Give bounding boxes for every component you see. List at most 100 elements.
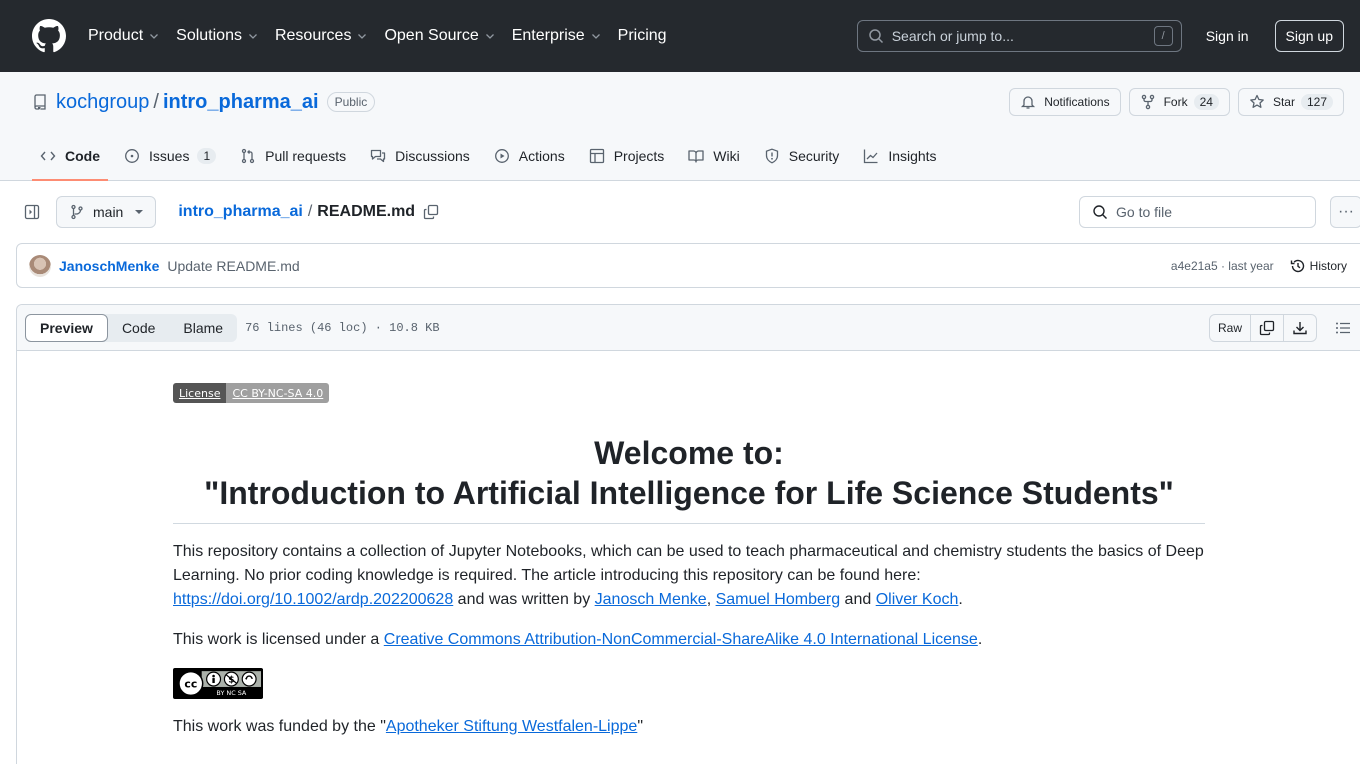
star-button[interactable]: Star 127 <box>1237 88 1344 116</box>
breadcrumb-file-name: README.md <box>317 203 416 220</box>
view-code-tab[interactable]: Code <box>108 314 169 342</box>
commit-message-link[interactable]: Update README.md <box>167 258 299 274</box>
copy-icon <box>1259 320 1275 335</box>
tab-insights[interactable]: Insights <box>855 132 944 180</box>
tab-issues[interactable]: Issues 1 <box>116 132 224 180</box>
global-header: Product Solutions Resources Open Source … <box>0 0 1360 72</box>
star-icon <box>1250 94 1264 108</box>
latest-commit-bar: JanoschMenke Update README.md a4e21a5 · … <box>16 243 1360 288</box>
cc-license-link[interactable]: Creative Commons Attribution-NonCommerci… <box>384 631 978 648</box>
nav-product[interactable]: Product <box>88 27 160 45</box>
issues-count: 1 <box>197 148 217 164</box>
notifications-button[interactable]: Notifications <box>1009 88 1121 116</box>
tab-pull-requests[interactable]: Pull requests <box>232 132 354 180</box>
go-to-file-placeholder: Go to file <box>1116 204 1173 220</box>
tab-label: Projects <box>613 148 665 164</box>
nav-label: Resources <box>274 27 352 44</box>
commit-meta: a4e21a5 · last year History <box>1171 258 1347 274</box>
repo-icon <box>34 94 46 110</box>
caret-down-icon <box>135 210 144 214</box>
period-text: . <box>977 631 983 648</box>
creative-commons-icon: cc $ BY NC SA <box>176 669 263 698</box>
download-button[interactable] <box>1284 315 1316 341</box>
breadcrumb-repo-link[interactable]: intro_pharma_ai <box>178 203 302 221</box>
repo-owner-link[interactable]: kochgroup <box>56 91 149 114</box>
go-to-file-input[interactable]: Go to file <box>1079 196 1316 228</box>
fork-button[interactable]: Fork 24 <box>1128 88 1230 116</box>
author-link-janosch-menke[interactable]: Janosch Menke <box>595 591 707 608</box>
readme-title-line1: Welcome to: <box>594 435 784 471</box>
nav-open-source[interactable]: Open Source <box>384 27 495 45</box>
author-link-oliver-koch[interactable]: Oliver Koch <box>876 591 959 608</box>
nav-solutions[interactable]: Solutions <box>176 27 259 45</box>
tab-code[interactable]: Code <box>32 132 108 181</box>
breadcrumb: intro_pharma_ai / README.md <box>178 203 439 221</box>
intro-text: This repository contains a collection of… <box>173 543 1204 584</box>
view-preview-tab[interactable]: Preview <box>25 313 108 342</box>
repo-path-separator: / <box>153 90 159 113</box>
chevron-down-icon <box>485 34 494 39</box>
toggle-file-tree-button[interactable] <box>16 196 48 228</box>
table-icon <box>589 148 604 164</box>
readme-content: License CC BY-NC-SA 4.0 Welcome to: "Int… <box>17 351 1205 739</box>
doi-link[interactable]: https://doi.org/10.1002/ardp.202200628 <box>173 591 453 608</box>
nav-label: Pricing <box>617 27 667 44</box>
search-shortcut-key: / <box>1153 26 1173 46</box>
kebab-horizontal-icon: ··· <box>1338 203 1354 220</box>
nav-pricing[interactable]: Pricing <box>618 27 667 45</box>
file-stats: 76 lines (46 loc) · 10.8 KB <box>245 320 440 335</box>
chevron-down-icon <box>249 34 257 39</box>
nav-resources[interactable]: Resources <box>275 27 368 45</box>
author-link-samuel-homberg[interactable]: Samuel Homberg <box>716 591 841 608</box>
nav-enterprise[interactable]: Enterprise <box>512 27 602 45</box>
global-search-input[interactable]: Search or jump to... / <box>856 20 1182 52</box>
tab-security[interactable]: Security <box>756 132 848 180</box>
view-mode-switch: Preview Code Blame <box>25 313 238 342</box>
fork-count: 24 <box>1193 94 1219 110</box>
tab-projects[interactable]: Projects <box>581 132 673 180</box>
more-options-button[interactable]: ··· <box>1330 196 1360 228</box>
svg-text:cc: cc <box>184 677 197 690</box>
commit-author-link[interactable]: JanoschMenke <box>59 258 159 274</box>
comma-text: , <box>706 591 716 608</box>
intro-text-mid: and was written by <box>453 591 595 608</box>
tab-discussions[interactable]: Discussions <box>362 132 478 180</box>
sign-up-button[interactable]: Sign up <box>1274 20 1344 52</box>
tab-wiki[interactable]: Wiki <box>680 132 747 180</box>
readme-intro-paragraph: This repository contains a collection of… <box>173 540 1205 612</box>
copy-raw-button[interactable] <box>1251 314 1284 341</box>
breadcrumb-separator: / <box>307 203 313 220</box>
license-badge[interactable]: License CC BY-NC-SA 4.0 <box>173 383 330 403</box>
outline-button[interactable] <box>1327 314 1359 342</box>
period-text: . <box>958 591 963 608</box>
branch-name: main <box>93 204 124 220</box>
copy-path-icon[interactable] <box>423 204 439 220</box>
readme-title: Welcome to: "Introduction to Artificial … <box>173 433 1205 524</box>
visibility-badge: Public <box>326 92 376 112</box>
readme-license-paragraph: This work is licensed under a Creative C… <box>173 628 1205 652</box>
avatar[interactable] <box>29 254 51 277</box>
tab-label: Actions <box>518 148 565 164</box>
cc-by-nc-sa-badge[interactable]: cc $ BY NC SA <box>173 668 263 699</box>
notifications-label: Notifications <box>1044 95 1110 109</box>
nav-label: Solutions <box>176 27 242 44</box>
view-blame-tab[interactable]: Blame <box>169 314 237 342</box>
tab-actions[interactable]: Actions <box>486 132 573 180</box>
bell-icon <box>1021 96 1036 109</box>
github-logo-icon[interactable] <box>32 19 66 53</box>
history-icon <box>1290 259 1304 272</box>
book-icon <box>688 150 704 163</box>
repo-name-link[interactable]: intro_pharma_ai <box>163 91 319 114</box>
download-icon <box>1293 321 1307 334</box>
search-placeholder: Search or jump to... <box>891 28 1014 44</box>
tab-label: Issues <box>149 148 190 164</box>
nav-label: Product <box>88 27 144 44</box>
funder-link[interactable]: Apotheker Stiftung Westfalen-Lippe <box>386 718 637 735</box>
license-badge-value: CC BY-NC-SA 4.0 <box>226 383 330 403</box>
commit-sha-time[interactable]: a4e21a5 · last year <box>1171 259 1274 273</box>
raw-button[interactable]: Raw <box>1210 314 1251 341</box>
license-badge-label: License <box>173 383 227 403</box>
branch-selector[interactable]: main <box>56 196 157 228</box>
sign-in-link[interactable]: Sign in <box>1196 28 1259 44</box>
history-button[interactable]: History <box>1290 258 1347 274</box>
